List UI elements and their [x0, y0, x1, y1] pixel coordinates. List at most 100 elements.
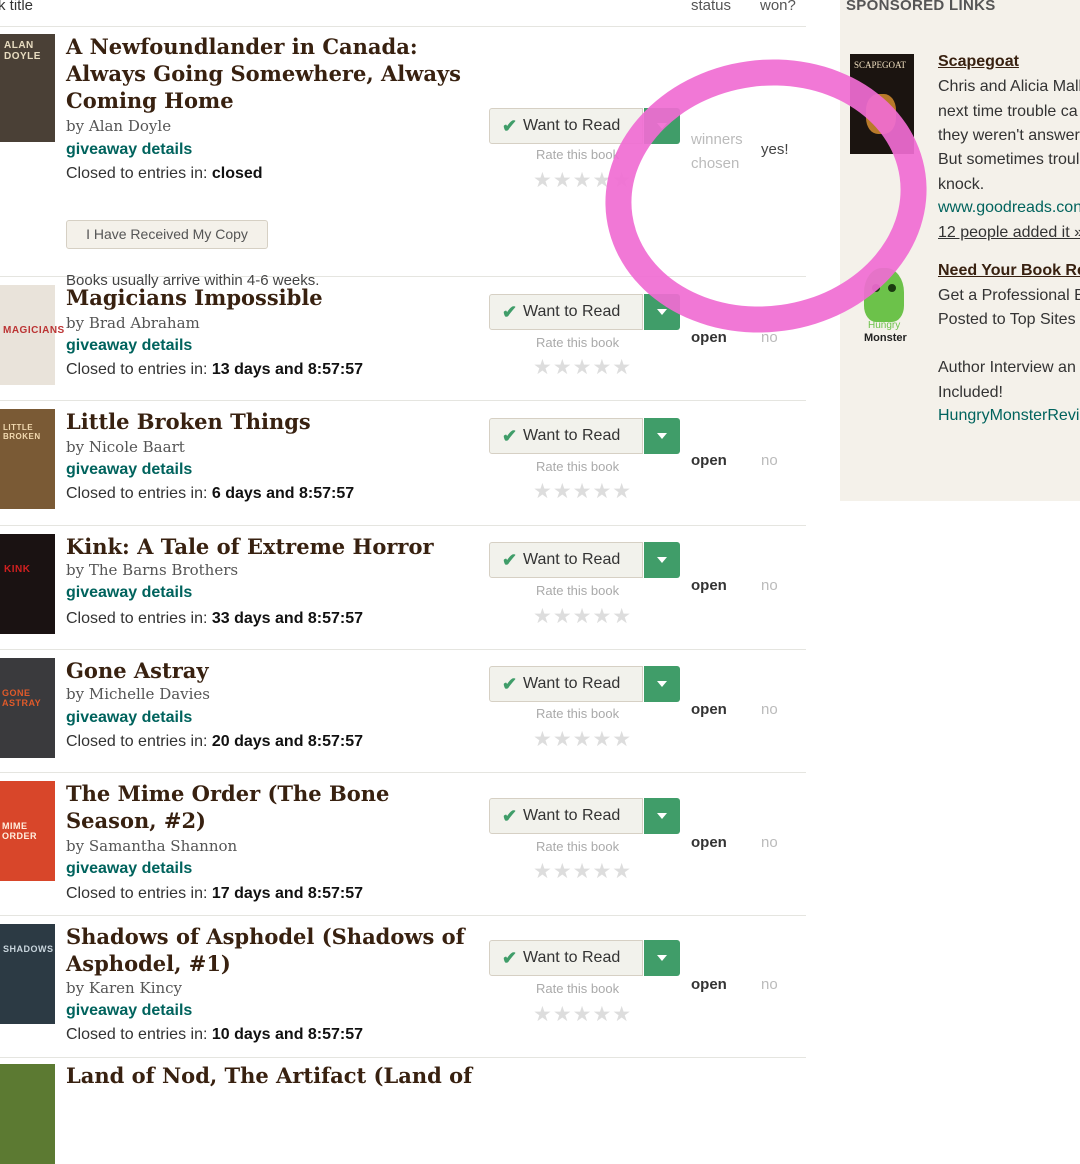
book-title[interactable]: Shadows of Asphodel (Shadows of Asphodel… [66, 923, 486, 977]
book-cover[interactable]: SHADOWS [0, 924, 55, 1024]
shelf-dropdown-button[interactable] [644, 798, 680, 834]
author-link[interactable]: Brad Abraham [89, 314, 200, 332]
closed-to-entries: Closed to entries in: 6 days and 8:57:57 [66, 485, 355, 502]
giveaway-details-link[interactable]: giveaway details [66, 858, 192, 880]
book-title[interactable]: The Mime Order (The Bone Season, #2) [66, 780, 486, 834]
rating-stars[interactable]: ★★★★★ [533, 479, 632, 503]
table-row: SHADOWS Shadows of Asphodel (Shadows of … [0, 916, 806, 1058]
ad-body-line: knock. [938, 176, 985, 193]
book-author: by The Barns Brothers [66, 561, 239, 579]
author-link[interactable]: Karen Kincy [89, 979, 182, 997]
rating-stars[interactable]: ★★★★★ [533, 1002, 632, 1026]
closed-to-entries: Closed to entries in: 17 days and 8:57:5… [66, 885, 364, 902]
ad-body-line: Author Interview an [938, 359, 1076, 376]
shelf-dropdown-button[interactable] [644, 418, 680, 454]
book-title[interactable]: Little Broken Things [66, 408, 486, 435]
table-row: Land of Nod, The Artifact (Land of [0, 1058, 806, 1164]
want-to-read-button[interactable]: ✔ Want to Read [489, 666, 680, 702]
sponsored-links-title: SPONSORED LINKS [846, 0, 996, 14]
book-cover[interactable]: KINK [0, 534, 55, 634]
status-value: open [691, 577, 727, 594]
rate-this-book-label: Rate this book [536, 981, 620, 996]
book-title[interactable]: Gone Astray [66, 657, 486, 684]
closed-to-entries: Closed to entries in: 33 days and 8:57:5… [66, 610, 364, 627]
status-value: open [691, 834, 727, 851]
closed-to-entries: Closed to entries in: closed [66, 165, 263, 182]
book-cover[interactable] [0, 1064, 55, 1164]
giveaway-details-link[interactable]: giveaway details [66, 139, 192, 161]
column-header-title[interactable]: k title [0, 0, 33, 14]
rating-stars[interactable]: ★★★★★ [533, 355, 632, 379]
closed-to-entries: Closed to entries in: 10 days and 8:57:5… [66, 1026, 364, 1043]
book-title[interactable]: Magicians Impossible [66, 284, 486, 311]
closed-to-entries: Closed to entries in: 20 days and 8:57:5… [66, 733, 364, 750]
rating-stars[interactable]: ★★★★★ [533, 859, 632, 883]
check-icon: ✔ [502, 674, 518, 694]
ad-body-line: But sometimes troul [938, 151, 1080, 168]
book-cover[interactable]: LITTLE BROKEN [0, 409, 55, 509]
rate-this-book-label: Rate this book [536, 459, 620, 474]
want-to-read-button[interactable]: ✔ Want to Read [489, 542, 680, 578]
closed-to-entries: Closed to entries in: 13 days and 8:57:5… [66, 361, 364, 378]
received-copy-button[interactable]: I Have Received My Copy [66, 220, 268, 249]
book-author: by Brad Abraham [66, 314, 200, 332]
ad-url-link[interactable]: www.goodreads.con [938, 199, 1080, 217]
check-icon: ✔ [502, 550, 518, 570]
check-icon: ✔ [502, 426, 518, 446]
book-author: by Michelle Davies [66, 685, 211, 703]
book-cover[interactable]: MAGICIANS [0, 285, 64, 385]
giveaway-details-link[interactable]: giveaway details [66, 335, 192, 357]
want-to-read-button[interactable]: ✔ Want to Read [489, 940, 680, 976]
rate-this-book-label: Rate this book [536, 706, 620, 721]
ad-url-link[interactable]: HungryMonsterRevi [938, 407, 1079, 425]
want-to-read-button[interactable]: ✔ Want to Read [489, 798, 680, 834]
book-title[interactable]: A Newfoundlander in Canada: Always Going… [66, 33, 486, 114]
status-value: open [691, 976, 727, 993]
giveaway-details-link[interactable]: giveaway details [66, 1000, 192, 1022]
column-header-status[interactable]: status [691, 0, 731, 14]
check-icon: ✔ [502, 302, 518, 322]
table-row: KINK Kink: A Tale of Extreme Horror by T… [0, 526, 806, 650]
ad-body-line: they weren't answer [938, 127, 1080, 144]
book-cover[interactable]: MIME ORDER [0, 781, 55, 881]
rate-this-book-label: Rate this book [536, 335, 620, 350]
want-to-read-button[interactable]: ✔ Want to Read [489, 294, 680, 330]
shelf-dropdown-button[interactable] [644, 542, 680, 578]
author-link[interactable]: Nicole Baart [89, 438, 185, 456]
table-row: GONE ASTRAY Gone Astray by Michelle Davi… [0, 650, 806, 773]
won-value: no [761, 452, 778, 469]
rating-stars[interactable]: ★★★★★ [533, 727, 632, 751]
giveaway-details-link[interactable]: giveaway details [66, 582, 192, 604]
book-cover[interactable]: GONE ASTRAY [0, 658, 55, 758]
check-icon: ✔ [502, 806, 518, 826]
book-cover[interactable]: ALAN DOYLE [0, 34, 55, 142]
status-value: open [691, 701, 727, 718]
table-row: LITTLE BROKEN Little Broken Things by Ni… [0, 401, 806, 526]
ad-heading-link[interactable]: Need Your Book Rev [938, 262, 1080, 280]
won-value: no [761, 834, 778, 851]
want-to-read-button[interactable]: ✔ Want to Read [489, 418, 680, 454]
author-link[interactable]: Alan Doyle [89, 117, 171, 135]
won-value: no [761, 577, 778, 594]
book-title[interactable]: Kink: A Tale of Extreme Horror [66, 533, 486, 560]
ad-added-count-link[interactable]: 12 people added it » [938, 224, 1080, 242]
column-header-won[interactable]: won? [760, 0, 796, 14]
shelf-dropdown-button[interactable] [644, 666, 680, 702]
status-value: open [691, 452, 727, 469]
rating-stars[interactable]: ★★★★★ [533, 604, 632, 628]
giveaway-details-link[interactable]: giveaway details [66, 707, 192, 729]
book-author: by Karen Kincy [66, 979, 183, 997]
rate-this-book-label: Rate this book [536, 583, 620, 598]
ad-body-line: Posted to Top Sites i [938, 311, 1080, 328]
author-link[interactable]: Samantha Shannon [89, 837, 237, 855]
ad-body-line: Included! [938, 384, 1003, 401]
ad-body-line: next time trouble ca [938, 103, 1078, 120]
ad-body-line: Get a Professional B [938, 287, 1080, 304]
giveaway-details-link[interactable]: giveaway details [66, 459, 192, 481]
check-icon: ✔ [502, 116, 518, 136]
shelf-dropdown-button[interactable] [644, 940, 680, 976]
author-link[interactable]: Michelle Davies [89, 685, 210, 703]
book-title[interactable]: Land of Nod, The Artifact (Land of [66, 1062, 546, 1089]
author-link[interactable]: The Barns Brothers [89, 561, 238, 579]
ad-heading-link[interactable]: Scapegoat [938, 53, 1019, 71]
